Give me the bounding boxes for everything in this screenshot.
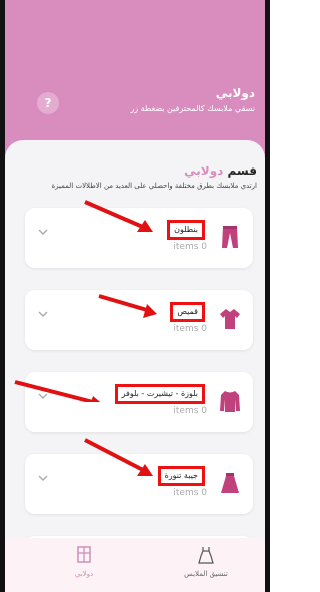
question-icon: ? — [44, 96, 52, 110]
chevron-down-icon[interactable] — [37, 390, 51, 404]
item-count: items 0 — [173, 242, 207, 252]
item-count: items 0 — [173, 488, 207, 498]
category-label: قميص — [170, 302, 205, 322]
nav-label-wardrobe: دولابي — [74, 570, 94, 578]
section-title-accent: دولابي — [184, 164, 224, 178]
page-title: دولابي — [215, 86, 255, 100]
category-label: بلوزة - تيشيرت - بلوفر — [114, 384, 205, 404]
section-title-prefix: قسم — [227, 164, 257, 178]
nav-item-wardrobe[interactable]: دولابي — [59, 546, 109, 578]
item-count: items 0 — [173, 406, 207, 416]
dress-icon — [171, 546, 241, 566]
shirt-icon — [219, 306, 241, 332]
section-title: قسم دولابي — [184, 164, 257, 178]
page-subtitle: نسقي ملابسك كالمحترفين بضغطة زر — [130, 104, 255, 113]
header: ? دولابي نسقي ملابسك كالمحترفين بضغطة زر — [5, 0, 265, 160]
category-card-pants[interactable]: بنطلون items 0 — [25, 208, 253, 268]
category-label: بنطلون — [167, 220, 205, 240]
category-card-sweater[interactable]: بلوزة - تيشيرت - بلوفر items 0 — [25, 372, 253, 432]
help-button[interactable]: ? — [37, 92, 59, 114]
nav-item-outfit[interactable]: تنسيق الملابس — [171, 546, 241, 578]
sweater-icon — [219, 388, 241, 414]
item-count: items 0 — [173, 324, 207, 334]
chevron-down-icon[interactable] — [37, 308, 51, 322]
category-card-skirt[interactable]: جيبة تنورة items 0 — [25, 454, 253, 514]
category-label: جيبة تنورة — [157, 466, 205, 486]
section-description: ارتدي ملابسك بطرق مختلفة واحصلي على العد… — [51, 182, 257, 190]
wardrobe-icon — [59, 546, 109, 566]
app-frame: ? دولابي نسقي ملابسك كالمحترفين بضغطة زر… — [0, 0, 270, 592]
nav-label-outfit: تنسيق الملابس — [184, 570, 228, 578]
skirt-icon — [219, 470, 241, 496]
category-card-shirt[interactable]: قميص items 0 — [25, 290, 253, 350]
chevron-down-icon[interactable] — [37, 226, 51, 240]
content-sheet: قسم دولابي ارتدي ملابسك بطرق مختلفة واحص… — [5, 140, 265, 592]
bottom-navigation: دولابي تنسيق الملابس — [5, 538, 265, 592]
chevron-down-icon[interactable] — [37, 472, 51, 486]
pants-icon — [219, 224, 241, 250]
